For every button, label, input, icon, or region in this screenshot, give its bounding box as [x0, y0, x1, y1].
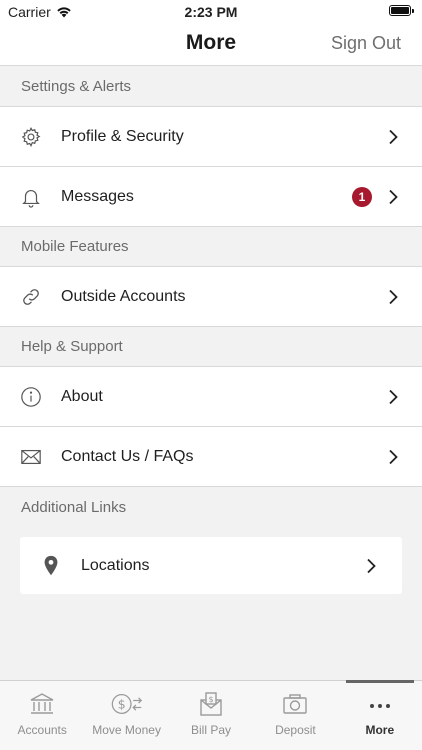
more-dots-icon [364, 691, 396, 717]
active-tab-indicator [345, 680, 415, 683]
bank-icon [26, 691, 58, 717]
section-header-settings: Settings & Alerts [0, 67, 422, 107]
svg-text:$: $ [117, 696, 125, 711]
menu-item-profile-security[interactable]: Profile & Security [0, 107, 422, 167]
menu-item-label: About [61, 387, 103, 405]
menu-item-label: Contact Us / FAQs [61, 447, 194, 465]
bill-icon: $ [195, 691, 227, 717]
link-icon [20, 286, 42, 308]
menu-item-label: Locations [81, 556, 150, 574]
tab-label: Accounts [17, 723, 67, 737]
menu-item-outside-accounts[interactable]: Outside Accounts [0, 267, 422, 327]
chevron-right-icon [389, 129, 398, 144]
section-header-additional-links: Additional Links [0, 487, 422, 527]
menu-item-messages[interactable]: Messages 1 [0, 167, 422, 227]
menu-item-contact-faqs[interactable]: Contact Us / FAQs [0, 427, 422, 487]
menu-item-locations[interactable]: Locations [20, 537, 402, 594]
tab-label: Deposit [275, 723, 316, 737]
tab-move-money[interactable]: $ Move Money [84, 681, 168, 750]
chevron-right-icon [389, 389, 398, 404]
svg-text:$: $ [208, 695, 213, 704]
menu-item-label: Messages [61, 187, 134, 205]
chevron-right-icon [367, 558, 376, 573]
tab-label: More [365, 723, 395, 737]
unread-messages-badge: 1 [352, 186, 372, 207]
menu-item-about[interactable]: About [0, 367, 422, 427]
section-header-mobile-features: Mobile Features [0, 227, 422, 267]
tab-accounts[interactable]: Accounts [0, 681, 84, 750]
status-time: 2:23 PM [184, 4, 238, 20]
battery-icon [389, 5, 414, 16]
money-transfer-icon: $ [111, 691, 143, 717]
chevron-right-icon [389, 289, 398, 304]
info-icon [20, 386, 42, 408]
chevron-right-icon [389, 449, 398, 464]
gear-icon [20, 126, 42, 148]
bottom-tab-bar: Accounts $ Move Money $ Bill Pay Deposit… [0, 680, 422, 750]
camera-icon [279, 691, 311, 717]
tab-deposit[interactable]: Deposit [253, 681, 337, 750]
tab-bill-pay[interactable]: $ Bill Pay [169, 681, 253, 750]
more-menu-list: Settings & Alerts Profile & Security Mes [0, 67, 422, 594]
tab-label: Move Money [92, 723, 161, 737]
section-header-help-support: Help & Support [0, 327, 422, 367]
envelope-icon [20, 446, 42, 468]
sign-out-button[interactable]: Sign Out [331, 33, 401, 54]
more-screen: Carrier 2:23 PM More Sign Out Settings &… [0, 0, 422, 750]
status-bar: Carrier 2:23 PM [0, 0, 422, 22]
bell-icon [20, 186, 42, 208]
menu-item-label: Profile & Security [61, 127, 184, 145]
chevron-right-icon [389, 189, 398, 204]
tab-label: Bill Pay [191, 723, 232, 737]
map-pin-icon [40, 555, 62, 577]
menu-item-label: Outside Accounts [61, 287, 186, 305]
navigation-bar: More Sign Out [0, 22, 422, 66]
tab-more[interactable]: More [338, 680, 422, 750]
